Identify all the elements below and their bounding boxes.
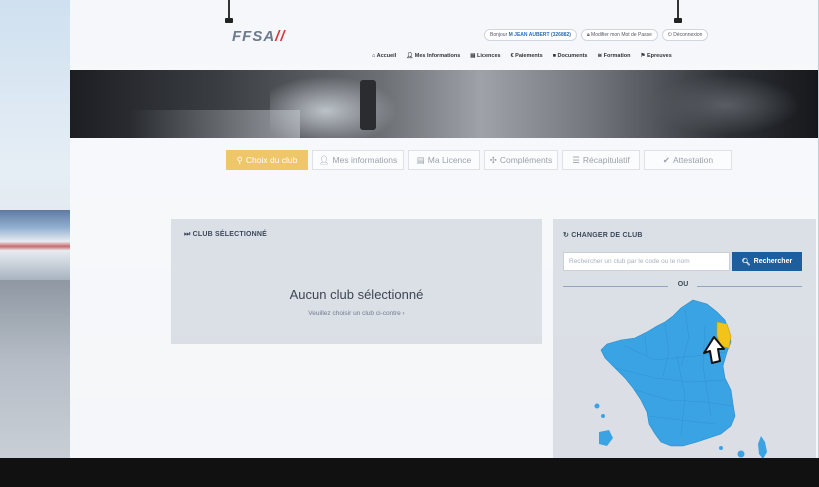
- nav-formation[interactable]: ≅ Formation: [598, 53, 631, 59]
- step-attestation[interactable]: ✔ Attestation: [644, 150, 732, 170]
- flag-icon: ⚑: [640, 53, 646, 59]
- account-bar: Bonjour M JEAN AUBERT (326882) 🔒︎ Modifi…: [484, 29, 709, 41]
- user-icon: 👤︎: [318, 154, 330, 165]
- euro-icon: €: [510, 53, 514, 59]
- user-greeting: Bonjour M JEAN AUBERT (326882): [484, 29, 577, 41]
- france-region-map[interactable]: [585, 296, 775, 461]
- nav-documents[interactable]: ■ Documents: [553, 53, 588, 59]
- home-icon: ⌂: [372, 53, 376, 59]
- club-search-input[interactable]: Rechercher un club par le code ou le nom: [563, 252, 730, 271]
- selected-club-title: ⏭ CLUB SÉLECTIONNÉ: [184, 231, 268, 238]
- marker-icon: ⚲: [236, 154, 243, 165]
- search-icon: 🔍︎: [741, 258, 751, 266]
- search-button[interactable]: 🔍︎ Rechercher: [732, 252, 802, 271]
- card-icon: ▤: [470, 53, 476, 59]
- card-icon: ▤: [416, 154, 425, 165]
- nav-mes-informations[interactable]: 👤︎ Mes Informations: [406, 53, 460, 59]
- lock-icon: 🔒︎: [586, 32, 590, 38]
- france-mainland[interactable]: [600, 299, 736, 447]
- nav-licences[interactable]: ▤ Licences: [470, 53, 500, 59]
- step-recapitulatif[interactable]: ☰ Récapitulatif: [562, 150, 640, 170]
- puzzle-icon: ✣: [489, 154, 497, 165]
- map-corsica[interactable]: [758, 436, 767, 459]
- screen-bottom-edge: [0, 458, 819, 487]
- registration-steps: ⚲ Choix du club 👤︎ Mes informations ▤ Ma Li…: [226, 150, 732, 170]
- step-ma-licence[interactable]: ▤ Ma Licence: [408, 150, 480, 170]
- check-circle-icon: ✔: [662, 154, 670, 165]
- background-stand: [0, 210, 70, 280]
- or-separator: OU: [677, 281, 689, 288]
- list-icon: ☰: [572, 154, 580, 165]
- ffsa-logo[interactable]: FFSA//: [232, 28, 286, 45]
- map-overseas-1[interactable]: [594, 403, 600, 409]
- lamp-post-left: [225, 0, 233, 23]
- step-choix-du-club[interactable]: ⚲ Choix du club: [226, 150, 308, 170]
- nav-accueil[interactable]: ⌂ Accueil: [372, 53, 396, 59]
- power-icon: ⏻: [667, 32, 672, 38]
- graduation-icon: ≅: [597, 53, 603, 59]
- map-overseas-3[interactable]: [599, 430, 613, 446]
- step-complements[interactable]: ✣ Compléments: [484, 150, 558, 170]
- map-overseas-5[interactable]: [737, 450, 745, 458]
- nav-epreuves[interactable]: ⚑ Epreuves: [641, 53, 672, 59]
- header-banner-image: [70, 70, 818, 138]
- folder-icon: ■: [552, 53, 557, 59]
- refresh-icon: ↻: [563, 232, 570, 239]
- map-overseas-2[interactable]: [601, 414, 605, 418]
- user-icon: 👤︎: [406, 53, 414, 59]
- separator-line-left: [563, 286, 668, 287]
- background-track: [0, 280, 70, 487]
- change-password-button[interactable]: 🔒︎ Modifier mon Mot de Passe: [580, 29, 658, 41]
- no-club-message: Aucun club sélectionné: [289, 287, 424, 302]
- skip-icon: ⏭: [184, 231, 191, 238]
- change-club-title: ↻ CHANGER DE CLUB: [563, 232, 643, 239]
- step-mes-informations[interactable]: 👤︎ Mes informations: [312, 150, 404, 170]
- mouse-pointer-icon: [703, 336, 725, 364]
- separator-line-right: [697, 286, 802, 287]
- choose-club-hint: Veuillez choisir un club ci-contre ›: [308, 310, 405, 317]
- main-nav: ⌂ Accueil 👤︎ Mes Informations ▤ Licences…: [372, 53, 672, 59]
- logout-button[interactable]: ⏻ Déconnexion: [661, 29, 709, 41]
- map-overseas-4[interactable]: [719, 446, 723, 450]
- nav-paiements[interactable]: € Paiements: [511, 53, 543, 59]
- lamp-post-right: [674, 0, 682, 23]
